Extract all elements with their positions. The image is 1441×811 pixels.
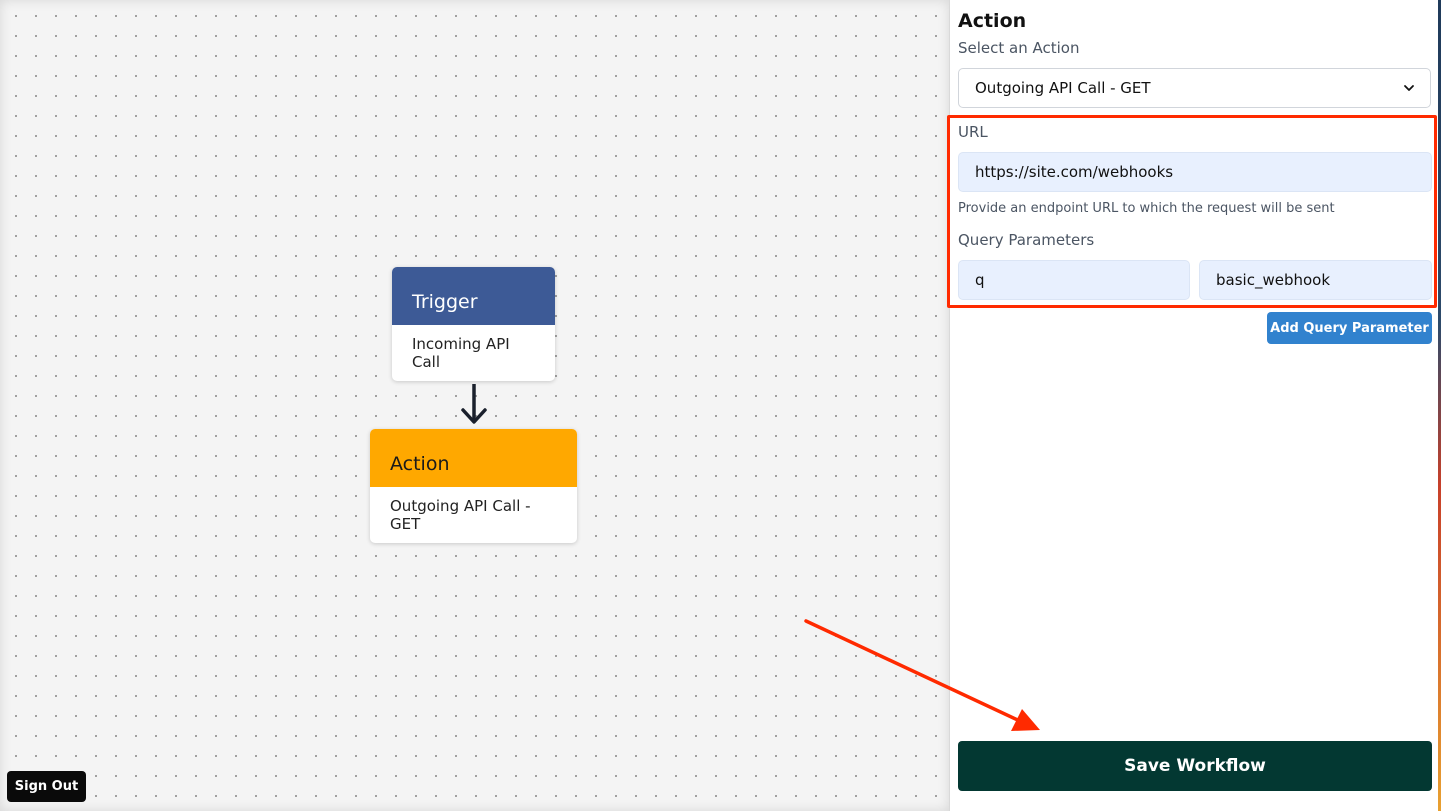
add-query-parameter-button[interactable]: Add Query Parameter	[1267, 312, 1432, 344]
url-input[interactable]: https://site.com/webhooks	[958, 152, 1432, 192]
chevron-down-icon	[1404, 85, 1414, 91]
action-node-header: Action	[370, 429, 577, 487]
save-workflow-button[interactable]: Save Workflow	[958, 741, 1432, 791]
query-param-key-input[interactable]: q	[958, 260, 1190, 300]
action-select[interactable]: Outgoing API Call - GET	[958, 68, 1431, 108]
action-select-value: Outgoing API Call - GET	[975, 79, 1151, 97]
panel-title: Action	[958, 10, 1027, 32]
url-label: URL	[958, 123, 988, 141]
action-panel: Action Select an Action Outgoing API Cal…	[947, 0, 1438, 811]
url-help-text: Provide an endpoint URL to which the req…	[958, 201, 1335, 216]
trigger-node-header: Trigger	[392, 267, 555, 325]
trigger-node[interactable]: Trigger Incoming API Call	[392, 267, 555, 381]
trigger-node-body: Incoming API Call	[412, 335, 510, 371]
select-action-label: Select an Action	[958, 39, 1080, 57]
workflow-canvas[interactable]: Trigger Incoming API Call Action Outgoin…	[0, 0, 949, 811]
action-node[interactable]: Action Outgoing API Call - GET	[370, 429, 577, 543]
action-node-body: Outgoing API Call - GET	[390, 497, 531, 533]
sign-out-button[interactable]: Sign Out	[7, 771, 86, 802]
arrow-down-icon	[461, 384, 487, 424]
query-parameters-label: Query Parameters	[958, 231, 1095, 249]
query-param-value-input[interactable]: basic_webhook	[1199, 260, 1432, 300]
